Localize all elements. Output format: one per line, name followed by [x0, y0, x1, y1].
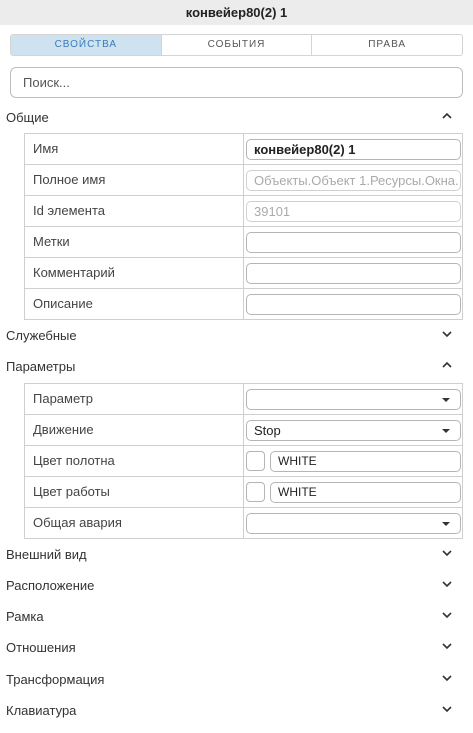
chevron-up-icon[interactable]: [440, 109, 454, 123]
section-transform[interactable]: Трансформация: [0, 669, 473, 691]
property-label: Имя: [33, 141, 59, 156]
name-field[interactable]: конвейер80(2) 1: [246, 139, 461, 160]
params-properties-grid: Параметр Движение Stop Цвет полотна WHIT…: [24, 383, 463, 539]
column-divider: [243, 446, 244, 476]
description-field[interactable]: [246, 294, 461, 315]
tab-bar: СВОЙСТВА СОБЫТИЯ ПРАВА: [10, 34, 463, 56]
belt-color-swatch[interactable]: [246, 451, 265, 471]
property-row-belt-color: Цвет полотна WHITE: [24, 446, 463, 477]
section-transform-title: Трансформация: [6, 672, 105, 687]
section-general-title: Общие: [6, 110, 49, 125]
column-divider: [243, 196, 244, 226]
property-row-description: Описание: [24, 289, 463, 320]
section-service-title: Служебные: [6, 328, 77, 343]
column-divider: [243, 165, 244, 195]
property-label: Id элемента: [33, 203, 106, 218]
full-name-field: Объекты.Объект 1.Ресурсы.Окна.: [246, 170, 461, 191]
section-relations[interactable]: Отношения: [0, 637, 473, 659]
property-row-parameter: Параметр: [24, 384, 463, 415]
belt-color-field[interactable]: WHITE: [270, 451, 461, 472]
tags-field[interactable]: [246, 232, 461, 253]
search-input[interactable]: [10, 67, 463, 98]
chevron-down-icon[interactable]: [440, 546, 454, 560]
section-params[interactable]: Параметры: [0, 356, 473, 378]
chevron-down-icon[interactable]: [440, 639, 454, 653]
work-color-field[interactable]: WHITE: [270, 482, 461, 503]
chevron-down-icon[interactable]: [440, 577, 454, 591]
section-appearance[interactable]: Внешний вид: [0, 544, 473, 566]
section-keyboard[interactable]: Клавиатура: [0, 700, 473, 722]
section-frame[interactable]: Рамка: [0, 606, 473, 628]
tab-rights[interactable]: ПРАВА: [312, 35, 462, 55]
section-keyboard-title: Клавиатура: [6, 703, 77, 718]
section-service[interactable]: Служебные: [0, 325, 473, 347]
property-label: Общая авария: [33, 515, 122, 530]
chevron-down-icon[interactable]: [440, 702, 454, 716]
element-id-field: 39101: [246, 201, 461, 222]
section-relations-title: Отношения: [6, 640, 76, 655]
property-row-comment: Комментарий: [24, 258, 463, 289]
section-location[interactable]: Расположение: [0, 575, 473, 597]
dropdown-caret-icon: [442, 429, 450, 433]
property-label: Полное имя: [33, 172, 106, 187]
general-alarm-select[interactable]: [246, 513, 461, 534]
movement-select[interactable]: Stop: [246, 420, 461, 441]
work-color-swatch[interactable]: [246, 482, 265, 502]
dropdown-caret-icon: [442, 398, 450, 402]
column-divider: [243, 258, 244, 288]
chevron-down-icon[interactable]: [440, 608, 454, 622]
comment-field[interactable]: [246, 263, 461, 284]
property-row-id: Id элемента 39101: [24, 196, 463, 227]
section-location-title: Расположение: [6, 578, 95, 593]
tab-properties[interactable]: СВОЙСТВА: [11, 35, 162, 55]
property-row-tags: Метки: [24, 227, 463, 258]
general-properties-grid: Имя конвейер80(2) 1 Полное имя Объекты.О…: [24, 133, 463, 320]
section-appearance-title: Внешний вид: [6, 547, 87, 562]
property-row-name: Имя конвейер80(2) 1: [24, 134, 463, 165]
parameter-select[interactable]: [246, 389, 461, 410]
property-label: Движение: [33, 422, 94, 437]
column-divider: [243, 384, 244, 414]
section-frame-title: Рамка: [6, 609, 44, 624]
property-row-fullname: Полное имя Объекты.Объект 1.Ресурсы.Окна…: [24, 165, 463, 196]
column-divider: [243, 227, 244, 257]
chevron-down-icon[interactable]: [440, 671, 454, 685]
section-params-title: Параметры: [6, 359, 76, 374]
chevron-down-icon[interactable]: [440, 327, 454, 341]
property-row-work-color: Цвет работы WHITE: [24, 477, 463, 508]
section-general[interactable]: Общие: [0, 107, 473, 129]
property-label: Комментарий: [33, 265, 115, 280]
property-row-general-alarm: Общая авария: [24, 508, 463, 539]
column-divider: [243, 477, 244, 507]
property-label: Параметр: [33, 391, 93, 406]
property-label: Метки: [33, 234, 70, 249]
dropdown-caret-icon: [442, 522, 450, 526]
column-divider: [243, 415, 244, 445]
column-divider: [243, 289, 244, 319]
column-divider: [243, 134, 244, 164]
property-label: Цвет работы: [33, 484, 110, 499]
property-label: Цвет полотна: [33, 453, 115, 468]
column-divider: [243, 508, 244, 538]
property-label: Описание: [33, 296, 93, 311]
tab-events[interactable]: СОБЫТИЯ: [162, 35, 313, 55]
window-title: конвейер80(2) 1: [0, 0, 473, 25]
chevron-up-icon[interactable]: [440, 358, 454, 372]
movement-select-value: Stop: [254, 423, 281, 438]
property-row-movement: Движение Stop: [24, 415, 463, 446]
